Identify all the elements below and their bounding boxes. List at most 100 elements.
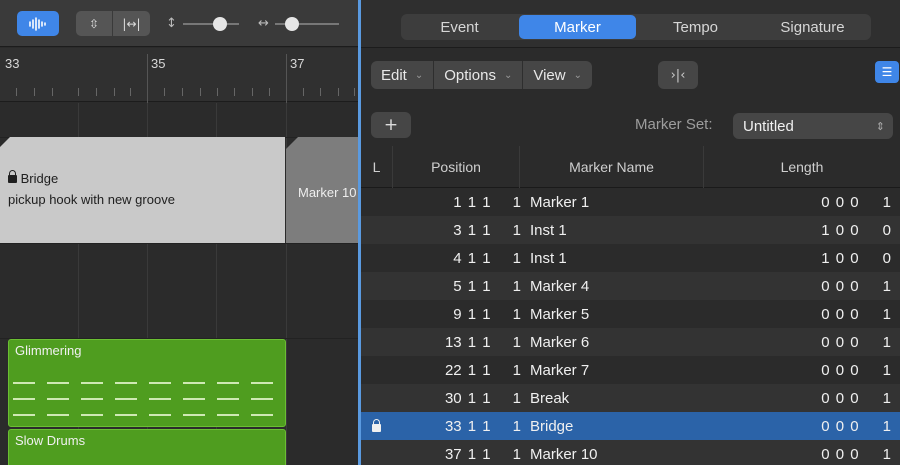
position-cell[interactable]: 30 1 11 xyxy=(391,384,521,412)
table-row[interactable]: 4 1 1 1 Inst 1 1 0 00 xyxy=(361,244,900,272)
lock-cell[interactable] xyxy=(369,440,383,465)
marker-list: 1 1 1 1 Marker 10 0 013 1 1 1 Inst 11 0 004 … xyxy=(361,188,900,465)
chevron-down-icon: ⌄ xyxy=(573,69,582,81)
bar-number: 37 xyxy=(290,56,305,71)
length-cell[interactable]: 1 0 00 xyxy=(741,244,891,272)
column-position[interactable]: Position xyxy=(393,146,520,188)
tracks-toolbar: ⇳ |↔| ↕ ↔ xyxy=(0,0,358,47)
column-lock[interactable]: L xyxy=(361,146,393,188)
tab-group: Event Marker Tempo Signature xyxy=(401,14,871,40)
table-row[interactable]: 33 1 1 1 Bridge 0 0 01 xyxy=(361,412,900,440)
marker-region-marker10[interactable]: Marker 10 xyxy=(286,137,358,243)
marker-name-cell[interactable]: Marker 5 xyxy=(530,300,700,328)
position-cell[interactable]: 4 1 11 xyxy=(391,244,521,272)
tab-marker[interactable]: Marker xyxy=(519,15,636,39)
lock-cell[interactable] xyxy=(369,328,383,356)
lock-cell[interactable] xyxy=(369,188,383,216)
snap-position-button[interactable]: ›|‹ xyxy=(658,61,698,89)
region-title: Glimmering xyxy=(15,343,82,358)
audio-region-slow-drums[interactable]: Slow Drums xyxy=(8,429,286,465)
table-row[interactable]: 1 1 1 1 Marker 1 0 0 01 xyxy=(361,188,900,216)
marker-name-cell[interactable]: Inst 1 xyxy=(530,244,700,272)
region-title: Slow Drums xyxy=(15,433,86,448)
horizontal-zoom-icon: ↔ xyxy=(258,16,269,31)
length-cell[interactable]: 0 0 01 xyxy=(741,412,891,440)
length-cell[interactable]: 0 0 01 xyxy=(741,300,891,328)
position-cell[interactable]: 37 1 11 xyxy=(391,440,521,465)
track-lanes: Bridge pickup hook with new groove Marke… xyxy=(0,103,358,465)
marker-name-cell[interactable]: Inst 1 xyxy=(530,216,700,244)
menu-group: Edit ⌄ Options ⌄ View ⌄ xyxy=(371,61,592,89)
vertical-zoom-icon: ↕ xyxy=(166,16,177,31)
tab-tempo[interactable]: Tempo xyxy=(637,14,754,40)
marker-name-cell[interactable]: Marker 6 xyxy=(530,328,700,356)
position-cell[interactable]: 5 1 11 xyxy=(391,272,521,300)
chevron-down-icon: ⌄ xyxy=(503,69,513,81)
horizontal-fit-icon[interactable]: |↔| xyxy=(113,11,150,36)
edit-menu[interactable]: Edit ⌄ xyxy=(371,61,435,89)
slider-thumb[interactable] xyxy=(212,16,227,31)
position-cell[interactable]: 9 1 11 xyxy=(391,300,521,328)
view-menu[interactable]: View ⌄ xyxy=(523,61,592,89)
bar-number: 33 xyxy=(5,56,20,71)
slider-thumb[interactable] xyxy=(284,16,299,31)
length-cell[interactable]: 0 0 01 xyxy=(741,356,891,384)
list-view-button[interactable]: ☰ xyxy=(875,61,899,83)
lock-cell[interactable] xyxy=(369,244,383,272)
list-editor-tabbar: Event Marker Tempo Signature xyxy=(361,0,900,48)
marker-region-bridge[interactable]: Bridge pickup hook with new groove xyxy=(0,137,285,243)
lock-cell[interactable] xyxy=(369,300,383,328)
lock-cell[interactable] xyxy=(369,412,383,440)
table-row[interactable]: 3 1 1 1 Inst 1 1 0 00 xyxy=(361,216,900,244)
position-cell[interactable]: 33 1 11 xyxy=(391,412,521,440)
horizontal-zoom-slider[interactable]: ↔ xyxy=(258,11,339,36)
add-marker-button[interactable]: + xyxy=(371,112,411,138)
column-marker-name[interactable]: Marker Name xyxy=(520,146,704,188)
bar-ruler[interactable]: 33 35 37 xyxy=(0,48,358,114)
length-cell[interactable]: 0 0 01 xyxy=(741,440,891,465)
lock-cell[interactable] xyxy=(369,272,383,300)
region-subtitle: pickup hook with new groove xyxy=(8,192,175,207)
table-row[interactable]: 30 1 1 1 Break 0 0 01 xyxy=(361,384,900,412)
options-menu[interactable]: Options ⌄ xyxy=(434,61,524,89)
list-icon: ☰ xyxy=(881,65,893,79)
marker-name-cell[interactable]: Bridge xyxy=(530,412,700,440)
table-row[interactable]: 9 1 1 1 Marker 5 0 0 01 xyxy=(361,300,900,328)
length-cell[interactable]: 0 0 01 xyxy=(741,328,891,356)
marker-name-cell[interactable]: Marker 7 xyxy=(530,356,700,384)
marker-name-cell[interactable]: Marker 10 xyxy=(530,440,700,465)
table-row[interactable]: 5 1 1 1 Marker 4 0 0 01 xyxy=(361,272,900,300)
column-length[interactable]: Length xyxy=(704,146,900,188)
marker-name-cell[interactable]: Break xyxy=(530,384,700,412)
marker-add-bar: + Marker Set: Untitled ⇕ xyxy=(361,102,900,146)
region-title: Bridge xyxy=(20,171,59,186)
audio-region-glimmering[interactable]: Glimmering xyxy=(8,339,286,427)
table-row[interactable]: 37 1 1 1 Marker 10 0 0 01 xyxy=(361,440,900,465)
lock-icon xyxy=(8,170,17,183)
position-cell[interactable]: 3 1 11 xyxy=(391,216,521,244)
lock-cell[interactable] xyxy=(369,216,383,244)
marker-set-select[interactable]: Untitled ⇕ xyxy=(733,113,893,139)
length-cell[interactable]: 0 0 01 xyxy=(741,384,891,412)
waveform-zoom-button[interactable] xyxy=(17,11,59,36)
list-menubar: Edit ⌄ Options ⌄ View ⌄ ›|‹ ☰ xyxy=(361,49,900,102)
length-cell[interactable]: 0 0 01 xyxy=(741,272,891,300)
marker-set-label: Marker Set: xyxy=(635,116,713,133)
vertical-fit-icon[interactable]: ⇳ xyxy=(76,11,113,36)
tab-event[interactable]: Event xyxy=(401,14,518,40)
position-cell[interactable]: 1 1 11 xyxy=(391,188,521,216)
marker-name-cell[interactable]: Marker 4 xyxy=(530,272,700,300)
marker-name-cell[interactable]: Marker 1 xyxy=(530,188,700,216)
lock-cell[interactable] xyxy=(369,356,383,384)
table-row[interactable]: 22 1 1 1 Marker 7 0 0 01 xyxy=(361,356,900,384)
length-cell[interactable]: 1 0 00 xyxy=(741,216,891,244)
table-row[interactable]: 13 1 1 1 Marker 6 0 0 01 xyxy=(361,328,900,356)
lock-icon xyxy=(371,418,381,432)
vertical-zoom-slider[interactable]: ↕ xyxy=(166,11,239,36)
lock-cell[interactable] xyxy=(369,384,383,412)
position-cell[interactable]: 13 1 11 xyxy=(391,328,521,356)
length-cell[interactable]: 0 0 01 xyxy=(741,188,891,216)
fit-buttons: ⇳ |↔| xyxy=(76,11,150,36)
position-cell[interactable]: 22 1 11 xyxy=(391,356,521,384)
tab-signature[interactable]: Signature xyxy=(754,14,871,40)
